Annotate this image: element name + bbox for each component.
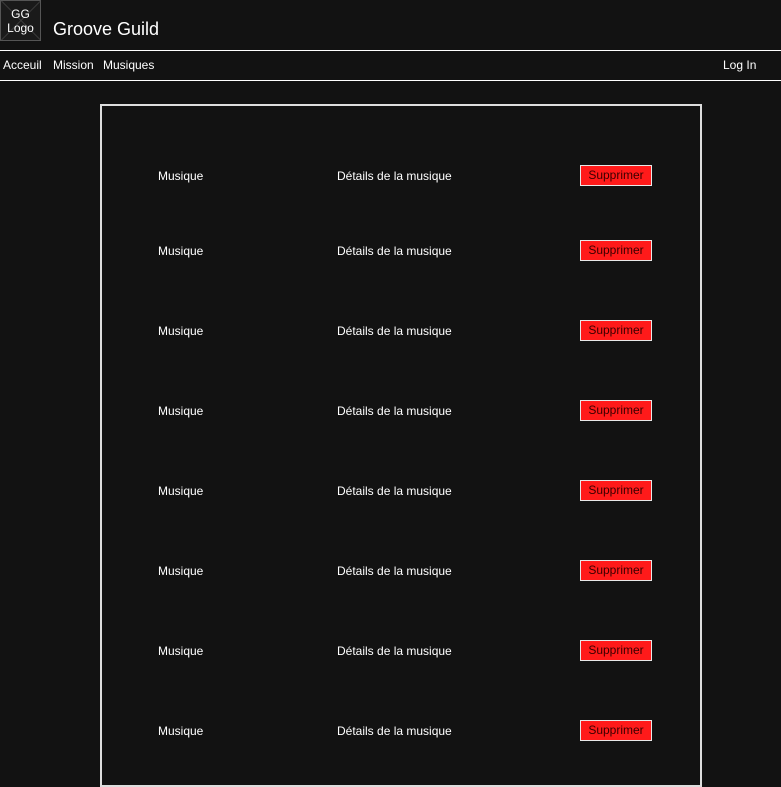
music-details: Détails de la musique bbox=[337, 244, 452, 258]
music-title: Musique bbox=[158, 244, 204, 258]
music-row: Musique Détails de la musique Supprimer bbox=[102, 320, 700, 341]
site-header: GG Logo Groove Guild bbox=[0, 0, 781, 50]
music-title: Musique bbox=[158, 564, 204, 578]
music-row: Musique Détails de la musique Supprimer bbox=[102, 165, 700, 186]
delete-button[interactable]: Supprimer bbox=[580, 720, 652, 741]
logo-placeholder-image[interactable]: GG Logo bbox=[0, 0, 41, 41]
music-title: Musique bbox=[158, 644, 204, 658]
nav-link-music[interactable]: Musiques bbox=[103, 58, 154, 73]
delete-button[interactable]: Supprimer bbox=[580, 640, 652, 661]
logo-text-line2: Logo bbox=[7, 20, 34, 35]
music-row: Musique Détails de la musique Supprimer bbox=[102, 480, 700, 501]
music-details: Détails de la musique bbox=[337, 484, 452, 498]
music-row: Musique Détails de la musique Supprimer bbox=[102, 400, 700, 421]
logo-text-line1: GG bbox=[11, 6, 30, 21]
music-row: Musique Détails de la musique Supprimer bbox=[102, 720, 700, 741]
music-list-panel: Musique Détails de la musique Supprimer … bbox=[100, 104, 702, 787]
delete-button[interactable]: Supprimer bbox=[580, 560, 652, 581]
nav-link-home[interactable]: Acceuil bbox=[3, 58, 42, 73]
delete-button[interactable]: Supprimer bbox=[580, 320, 652, 341]
delete-button[interactable]: Supprimer bbox=[580, 400, 652, 421]
nav-link-login[interactable]: Log In bbox=[723, 58, 756, 73]
music-title: Musique bbox=[158, 724, 204, 738]
music-details: Détails de la musique bbox=[337, 644, 452, 658]
music-title: Musique bbox=[158, 169, 204, 183]
music-title: Musique bbox=[158, 324, 204, 338]
nav-link-mission[interactable]: Mission bbox=[53, 58, 94, 73]
music-title: Musique bbox=[158, 404, 204, 418]
music-row: Musique Détails de la musique Supprimer bbox=[102, 240, 700, 261]
music-details: Détails de la musique bbox=[337, 404, 452, 418]
music-details: Détails de la musique bbox=[337, 724, 452, 738]
music-details: Détails de la musique bbox=[337, 169, 452, 183]
music-row: Musique Détails de la musique Supprimer bbox=[102, 560, 700, 581]
site-title: Groove Guild bbox=[53, 19, 160, 39]
delete-button[interactable]: Supprimer bbox=[580, 240, 652, 261]
music-title: Musique bbox=[158, 484, 204, 498]
main-nav: Acceuil Mission Musiques Log In bbox=[0, 50, 781, 81]
music-row: Musique Détails de la musique Supprimer bbox=[102, 640, 700, 661]
delete-button[interactable]: Supprimer bbox=[580, 480, 652, 501]
delete-button[interactable]: Supprimer bbox=[580, 165, 652, 186]
music-details: Détails de la musique bbox=[337, 564, 452, 578]
music-details: Détails de la musique bbox=[337, 324, 452, 338]
